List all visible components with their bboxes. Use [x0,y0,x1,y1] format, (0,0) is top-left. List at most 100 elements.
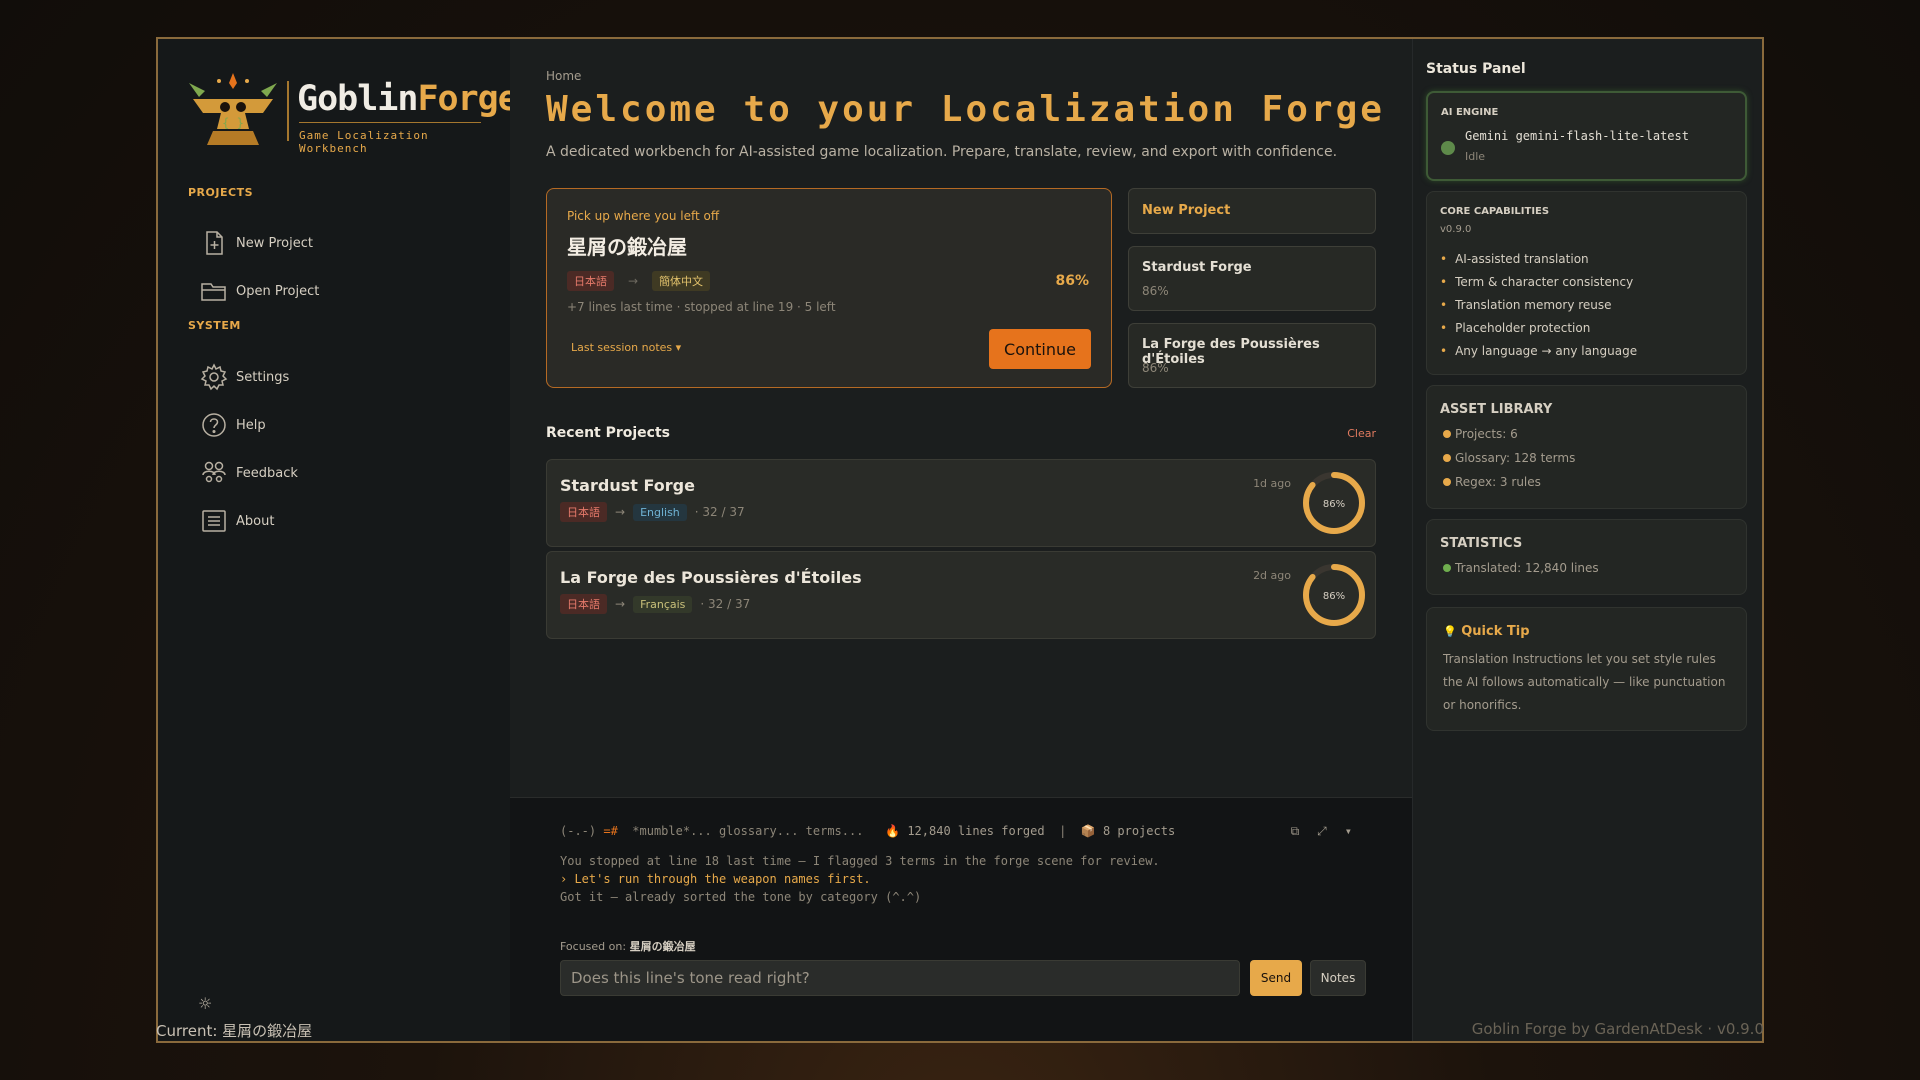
brand-tagline: Game Localization Workbench [299,129,429,155]
list-item: • Placeholder protection [1440,321,1591,335]
mumble-text: *mumble*... glossary... terms... [632,824,864,838]
sidebar-item-label: New Project [236,235,313,251]
app-window: { } GoblinForge Game Localization Workbe… [156,37,1764,1043]
quick-card-percent: 86% [1142,361,1169,375]
continue-button[interactable]: Continue [989,329,1091,369]
page-subtitle: A dedicated workbench for AI-assisted ga… [546,144,1338,160]
quick-new-project-button[interactable]: New Project [1128,188,1376,234]
recent-project-row[interactable]: La Forge des Poussières d'Étoiles 日本語 → … [546,551,1376,639]
fire-icon: 🔥 [885,824,901,838]
main-content: Home Welcome to your Localization Forge … [510,39,1412,1041]
console-status-line: (-.-) =# *mumble*... glossary... terms..… [560,824,1175,838]
box-icon: 📦 [1080,824,1096,838]
spark-glyph: =# [603,824,618,838]
quick-project-card[interactable]: La Forge des Poussières d'Étoiles 86% [1128,323,1376,388]
last-session-notes-toggle[interactable]: Last session notes ▾ [571,341,681,354]
breadcrumb[interactable]: Home [546,69,581,83]
chat-input[interactable]: Does this line's tone read right? [560,960,1240,996]
arrow-icon: → [628,274,639,288]
ai-engine-name: Gemini gemini-flash-lite-latest [1465,129,1689,143]
quick-card-title: La Forge des Poussières d'Étoiles [1142,337,1320,367]
console-controls: ⧉ ⤢ ▾ [1291,824,1352,839]
focus-indicator: Focused on: 星屑の鍛冶屋 [560,940,696,953]
last-opened-time: 1d ago [1253,477,1291,490]
logo: { } GoblinForge Game Localization Workbe… [185,69,519,155]
console-user-message: › Let's run through the weapon names fir… [560,872,871,886]
send-button[interactable]: Send [1250,960,1302,996]
list-item: • Any language → any language [1440,344,1638,358]
source-language-tag: 日本語 [560,594,607,614]
progress-ring: 86% [1303,564,1365,626]
console-message: Got it — already sorted the tone by cate… [560,890,922,904]
people-icon [202,461,226,483]
resume-meta: +7 lines last time · stopped at line 19 … [567,300,836,314]
quick-card-percent: 86% [1142,284,1169,298]
statistics-list: Translated: 12,840 lines [1443,556,1599,580]
sidebar-item-open-project[interactable]: Open Project [200,273,480,309]
current-project-label: Current: 星屑の鍛冶屋 [156,1022,313,1040]
engine-status-dot [1441,141,1455,155]
list-item: • AI-assisted translation [1440,252,1589,266]
progress-ring-label: 86% [1323,591,1345,602]
arrow-icon: → [615,505,626,519]
goblin-anvil-icon: { } [189,73,277,145]
copy-icon[interactable]: ⧉ [1291,824,1300,839]
credit-label: Goblin Forge by GardenAtDesk · v0.9.0 [1471,1020,1764,1038]
ai-engine-state: Idle [1465,150,1486,163]
projects-count: 8 projects [1102,824,1176,838]
clear-recent-button[interactable]: Clear [1347,427,1376,440]
recent-project-row[interactable]: Stardust Forge 日本語 → English · 32 / 37 1… [546,459,1376,547]
sidebar-item-settings[interactable]: Settings [200,359,480,395]
svg-text:{ }: { } [222,116,244,130]
logo-underline [299,122,481,123]
folder-icon [201,283,226,301]
recent-project-name: La Forge des Poussières d'Étoiles [560,568,862,587]
quick-tip-card: 💡 Quick Tip Translation Instructions let… [1426,607,1747,731]
capabilities-list: • AI-assisted translation • Term & charact… [1440,248,1637,363]
notes-button[interactable]: Notes [1310,960,1366,996]
sidebar-item-help[interactable]: Help [200,407,480,443]
question-icon [202,413,226,437]
arrow-icon: → [615,597,626,611]
separator: | [1059,824,1067,838]
quick-tip-title: 💡 Quick Tip [1443,624,1530,639]
list-item: Regex: 3 rules [1443,470,1575,494]
sidebar-item-label: Feedback [236,465,298,481]
lightbulb-icon: 💡 [1443,625,1457,638]
status-panel: Status Panel AI ENGINE Gemini gemini-fla… [1412,39,1762,1041]
version-label: v0.9.0 [1440,224,1472,235]
sidebar-item-new-project[interactable]: New Project [200,225,480,261]
sidebar-item-feedback[interactable]: Feedback [200,455,480,491]
projects-section-title: PROJECTS [188,186,253,199]
target-language-tag: 簡体中文 [652,271,711,291]
ai-engine-label: AI ENGINE [1441,107,1499,118]
last-opened-time: 2d ago [1253,569,1291,582]
new-file-icon [206,231,223,255]
sidebar-item-label: Open Project [236,283,320,299]
sidebar-item-about[interactable]: About [200,503,480,539]
progress-ring-label: 86% [1323,499,1345,510]
console-message: You stopped at line 18 last time — I fla… [560,854,1160,868]
expand-icon[interactable]: ⤢ [1317,824,1327,839]
assistant-console: (-.-) =# *mumble*... glossary... terms..… [510,797,1412,1041]
quick-card-title: New Project [1142,203,1231,218]
core-capabilities-card: CORE CAPABILITIES v0.9.0 • AI-assisted tr… [1426,191,1747,375]
list-item: • Term & character consistency [1440,275,1634,289]
line-count: · 32 / 37 [694,505,745,519]
quick-project-card[interactable]: Stardust Forge 86% [1128,246,1376,311]
progress-ring: 86% [1303,472,1365,534]
source-language-tag: 日本語 [560,502,607,522]
page-title: Welcome to your Localization Forge [546,89,1385,130]
status-panel-title: Status Panel [1426,61,1526,77]
lines-forged: 12,840 lines forged [907,824,1045,838]
list-item: Translated: 12,840 lines [1443,556,1599,580]
list-item: Projects: 6 [1443,422,1575,446]
chevron-down-icon[interactable]: ▾ [1345,824,1352,839]
recent-project-languages: 日本語 → English · 32 / 37 [560,502,745,522]
system-section-title: SYSTEM [188,319,241,332]
target-language-tag: Français [633,595,693,613]
asset-library-title: ASSET LIBRARY [1440,402,1553,417]
ai-engine-card: AI ENGINE Gemini gemini-flash-lite-lates… [1426,91,1747,181]
sun-icon[interactable]: ☼ [198,994,212,1013]
resume-languages: 日本語 → 簡体中文 [567,271,711,291]
